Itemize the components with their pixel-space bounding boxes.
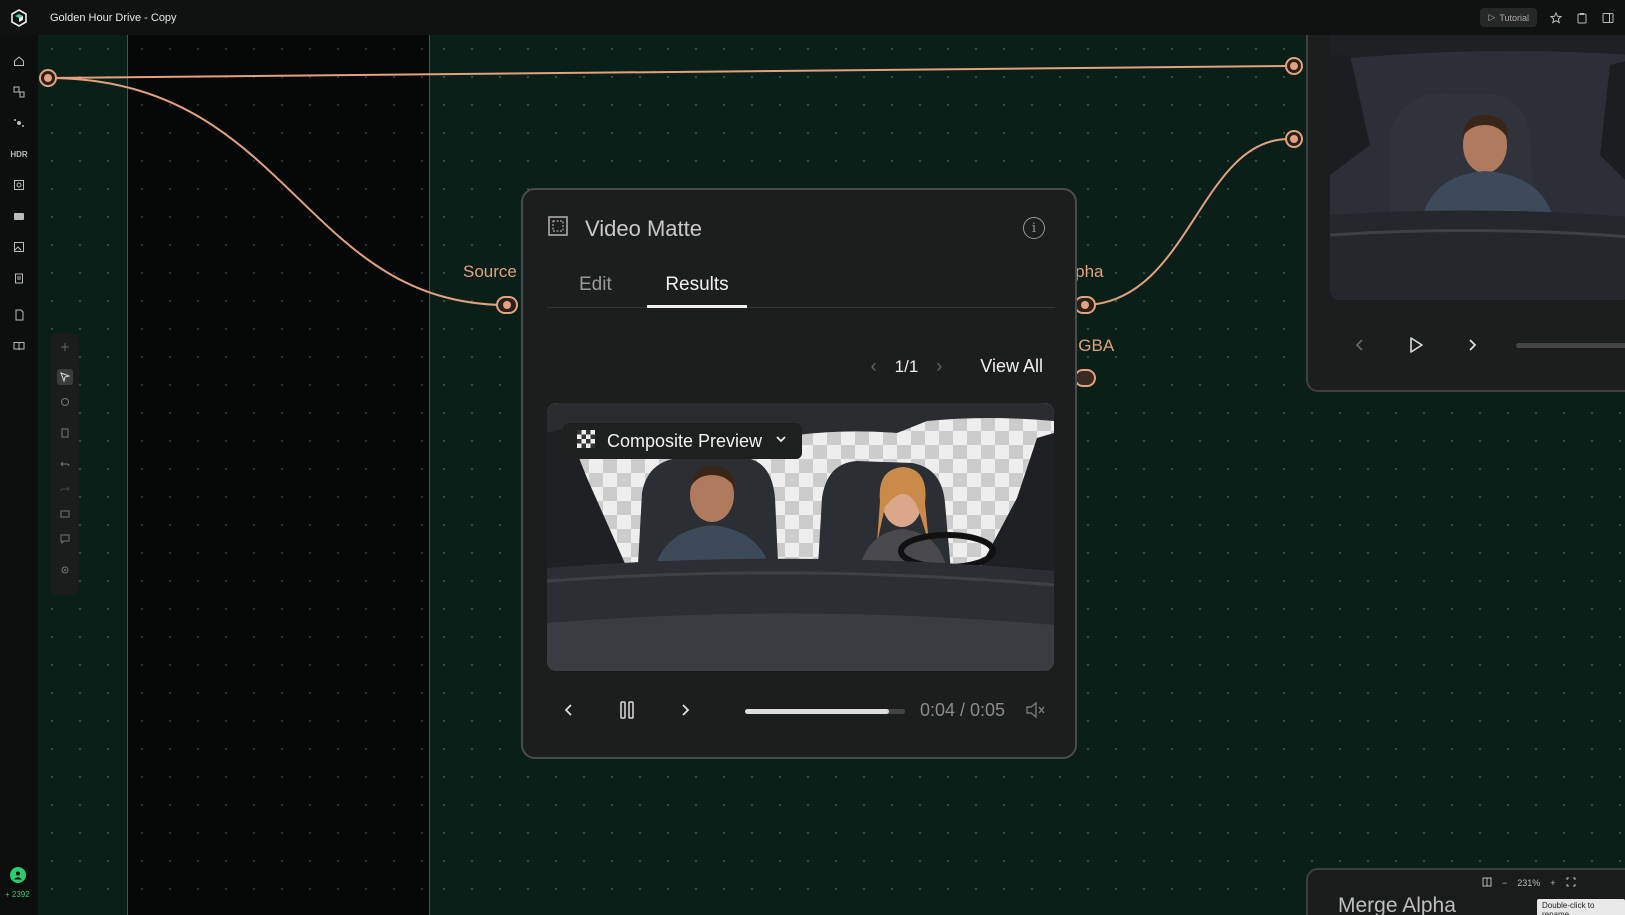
app-logo-icon[interactable]	[0, 0, 38, 35]
output-progress[interactable]	[1516, 343, 1625, 348]
clipboard-list-icon[interactable]	[11, 270, 27, 286]
workflow-icon[interactable]	[11, 84, 27, 100]
layout-icon[interactable]	[57, 506, 73, 522]
zoom-out-icon[interactable]: −	[1502, 878, 1507, 888]
fullscreen-icon[interactable]	[1566, 877, 1576, 889]
next-frame-icon[interactable]	[673, 698, 697, 722]
pager-count: 1/1	[894, 356, 919, 376]
pause-icon[interactable]	[615, 698, 639, 722]
source-port[interactable]	[496, 296, 518, 314]
rename-tooltip: Double-click to rename	[1537, 899, 1625, 915]
prev-frame-icon[interactable]	[557, 698, 581, 722]
node-tabs: Edit Results	[547, 274, 1055, 308]
comment-icon[interactable]	[57, 531, 73, 547]
panel-toggle-icon[interactable]	[1601, 11, 1615, 25]
tab-results[interactable]: Results	[647, 274, 747, 308]
source-port-label: Source *	[463, 262, 529, 281]
group-border-left	[127, 35, 128, 915]
playback-controls: 0:04 / 0:05	[547, 690, 1055, 730]
camera-icon[interactable]	[11, 208, 27, 224]
minimap-icon[interactable]	[1482, 877, 1492, 889]
output-prev-icon[interactable]	[1348, 333, 1372, 357]
output-frame	[1330, 35, 1625, 300]
playback-time: 0:04 / 0:05	[920, 700, 1006, 720]
view-all-link[interactable]: View All	[980, 356, 1043, 377]
group-border-right	[429, 35, 430, 915]
pager-prev-icon[interactable]: ‹	[871, 356, 877, 377]
merge-alpha-title[interactable]: Merge Alpha	[1338, 894, 1456, 915]
output-preview-node[interactable]	[1306, 35, 1625, 392]
undo-icon[interactable]	[57, 456, 73, 472]
redo-icon[interactable]	[57, 481, 73, 497]
node-header: Video Matte	[547, 215, 702, 242]
output-playback-controls	[1348, 333, 1625, 363]
zoom-controls: − 231% +	[1482, 877, 1576, 889]
rgba-port[interactable]	[1074, 369, 1096, 387]
tab-edit[interactable]: Edit	[579, 274, 612, 308]
video-matte-node[interactable]: Video Matte i Edit Results ‹ 1/1 › View …	[521, 188, 1077, 759]
credits-count: + 2392	[5, 890, 30, 899]
top-bar: Golden Hour Drive - Copy ▷ Tutorial	[0, 0, 1625, 35]
canvas-group-region	[128, 35, 429, 915]
hdr-icon[interactable]: HDR	[10, 146, 27, 162]
left-sidebar: HDR + 2392	[0, 35, 38, 915]
add-node-icon[interactable]	[57, 339, 73, 355]
checker-icon	[577, 429, 595, 453]
settings-icon[interactable]	[57, 562, 73, 578]
gallery-icon[interactable]	[11, 239, 27, 255]
tutorial-button[interactable]: ▷ Tutorial	[1480, 8, 1537, 27]
select-tool-icon[interactable]	[57, 369, 73, 385]
playback-progress-fill	[745, 709, 889, 714]
matte-icon	[547, 215, 569, 242]
star-icon[interactable]	[1549, 11, 1563, 25]
play-icon: ▷	[1488, 12, 1496, 22]
pager-next-icon[interactable]: ›	[936, 356, 942, 377]
hand-tool-icon[interactable]	[57, 394, 73, 410]
zoom-in-icon[interactable]: +	[1550, 878, 1555, 888]
preview-mode-select[interactable]: Composite Preview	[563, 423, 803, 459]
home-icon[interactable]	[11, 53, 27, 69]
tutorial-label: Tutorial	[1499, 12, 1529, 23]
results-pager: ‹ 1/1 › View All	[871, 356, 1043, 377]
top-right-actions: ▷ Tutorial	[1480, 8, 1615, 27]
video-preview[interactable]: Composite Preview	[547, 403, 1054, 671]
node-title[interactable]: Video Matte	[585, 216, 702, 242]
user-avatar[interactable]	[10, 867, 26, 883]
mute-icon[interactable]	[1023, 698, 1047, 722]
chevron-down-icon	[774, 432, 788, 451]
playback-progress[interactable]	[745, 709, 905, 714]
output-next-icon[interactable]	[1460, 333, 1484, 357]
frame-icon[interactable]	[11, 177, 27, 193]
canvas-toolbar	[51, 333, 79, 595]
document-title[interactable]: Golden Hour Drive - Copy	[50, 12, 177, 24]
report-icon[interactable]	[11, 307, 27, 323]
preview-mode-label: Composite Preview	[607, 430, 763, 451]
zoom-level: 231%	[1517, 878, 1541, 888]
alpha-port[interactable]	[1074, 296, 1096, 314]
output-video-preview[interactable]	[1330, 35, 1625, 300]
clipboard-icon[interactable]	[1575, 11, 1589, 25]
page-tool-icon[interactable]	[57, 425, 73, 441]
effects-icon[interactable]	[11, 115, 27, 131]
app-root: Golden Hour Drive - Copy ▷ Tutorial HDR …	[0, 0, 1625, 915]
info-icon[interactable]: i	[1023, 217, 1045, 239]
book-icon[interactable]	[11, 338, 27, 354]
credits-value: 2392	[11, 890, 30, 899]
output-play-icon[interactable]	[1404, 333, 1428, 357]
